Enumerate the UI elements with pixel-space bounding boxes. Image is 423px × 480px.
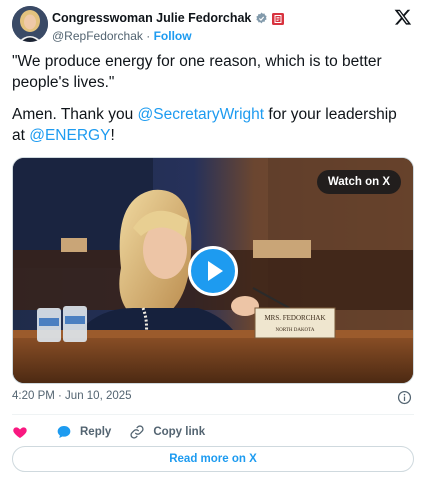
mention-secretarywright[interactable]: @SecretaryWright: [138, 106, 265, 123]
link-icon: [130, 425, 144, 439]
reply-button[interactable]: Reply: [56, 424, 111, 440]
play-button[interactable]: [188, 246, 238, 296]
timestamp-row: 4:20 PM · Jun 10, 2025: [12, 390, 414, 406]
copy-link-label: Copy link: [153, 426, 206, 438]
avatar[interactable]: [12, 6, 48, 42]
watch-on-x-button[interactable]: Watch on X: [316, 170, 401, 194]
nameplate-line-2: NORTH DAKOTA: [276, 328, 315, 333]
info-icon[interactable]: [397, 390, 412, 405]
reply-label: Reply: [80, 426, 112, 438]
copy-link-button[interactable]: Copy link: [129, 424, 205, 440]
follow-button[interactable]: Follow: [154, 29, 192, 43]
display-name[interactable]: Congresswoman Julie Fedorchak: [52, 11, 251, 25]
tweet-text: "We produce energy for one reason, which…: [12, 51, 412, 146]
reply-bubble-icon: [57, 426, 71, 438]
name-row: Congresswoman Julie Fedorchak: [52, 10, 372, 26]
video-media[interactable]: MRS. FEDORCHAK NORTH DAKOTA Watch on X: [12, 157, 414, 384]
verified-badge-icon: [255, 12, 268, 25]
flag-badge-icon: [272, 12, 285, 25]
separator: ·: [146, 29, 151, 43]
tweet-header: Congresswoman Julie Fedorchak @RepFedorc…: [12, 6, 412, 46]
heart-icon: [13, 427, 27, 438]
x-logo-icon[interactable]: [394, 8, 412, 26]
author-block: Congresswoman Julie Fedorchak @RepFedorc…: [52, 10, 372, 43]
nameplate-line-1: MRS. FEDORCHAK: [264, 314, 325, 322]
tweet-text-suffix: !: [110, 127, 115, 144]
tweet-paragraph-2: Amen. Thank you @SecretaryWright for you…: [12, 104, 412, 146]
handle[interactable]: @RepFedorchak: [52, 29, 143, 43]
tweet-paragraph-1: "We produce energy for one reason, which…: [12, 53, 382, 91]
timestamp[interactable]: 4:20 PM · Jun 10, 2025: [12, 390, 132, 402]
handle-row: @RepFedorchak · Follow: [52, 29, 372, 43]
read-more-button[interactable]: Read more on X: [12, 446, 414, 472]
play-icon: [208, 261, 223, 281]
like-button[interactable]: [12, 424, 28, 440]
mention-energy[interactable]: @ENERGY: [29, 127, 110, 144]
tweet-text-prefix: Amen. Thank you: [12, 106, 138, 123]
divider: [12, 414, 414, 415]
action-bar: Reply Copy link: [12, 423, 205, 441]
